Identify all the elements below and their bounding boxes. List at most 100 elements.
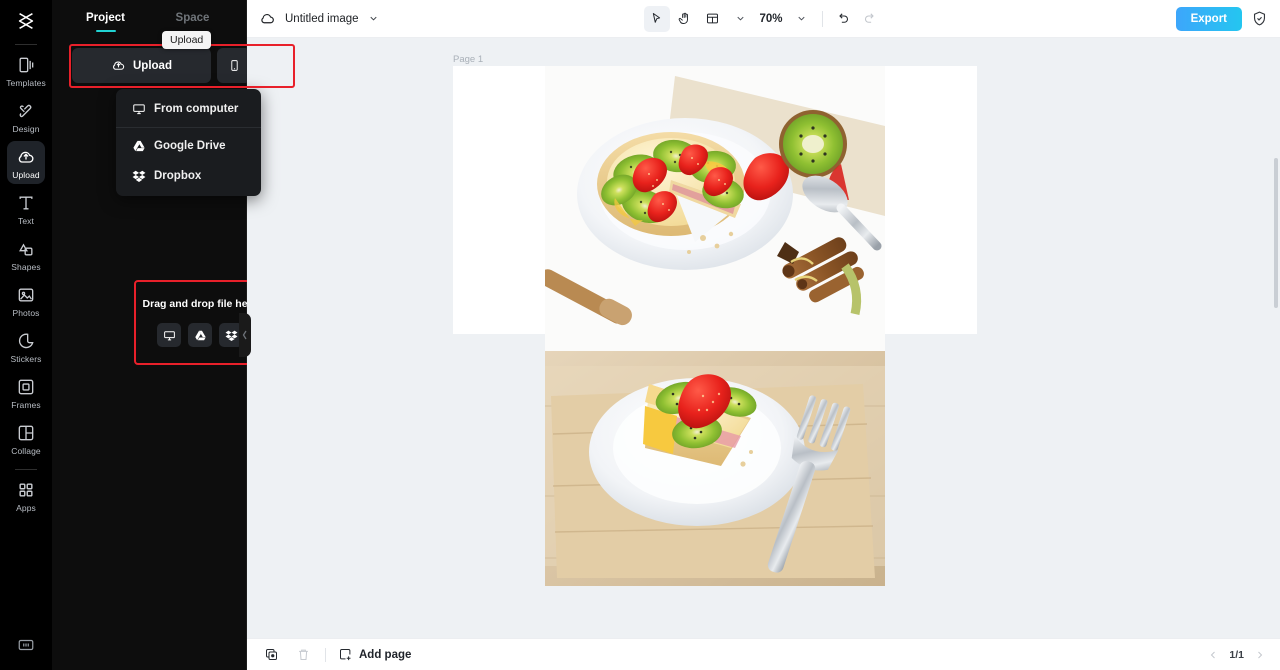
panel-collapse-handle[interactable] [239,313,251,357]
top-toolbar: Untitled image 70% Export [247,0,1280,38]
sidebar-item-label: Shapes [11,262,41,272]
layout-dropdown-button[interactable] [727,6,753,32]
rail-divider-top [15,44,37,45]
upload-button-label: Upload [133,59,172,72]
sidebar-item-photos[interactable]: Photos [7,279,45,322]
upload-from-mobile-button[interactable] [217,48,251,83]
trash-icon [298,649,308,660]
menu-item-label: From computer [154,103,239,115]
upload-cloud-icon [113,61,125,70]
tab-label: Space [175,11,210,24]
document-title: Untitled image [285,12,359,25]
upload-panel: Project Space Upload Upload From compute… [52,0,295,670]
upload-source-menu: From computer Google Drive Dropbox [116,89,261,196]
chevron-left-icon [1211,651,1216,658]
export-button[interactable]: Export [1175,6,1242,31]
google-drive-icon [194,330,206,340]
upload-tooltip: Upload [162,31,212,49]
tab-label: Project [86,11,125,24]
chevron-down-icon [798,16,805,21]
panel-toggle-icon[interactable] [0,636,52,654]
fruit-tart-photo[interactable] [545,66,885,586]
dropzone-from-computer-button[interactable] [157,323,181,347]
menu-item-from-computer[interactable]: From computer [116,94,261,124]
canvas-area[interactable]: Page 1 [247,38,1280,638]
layout-grid-icon [706,13,718,24]
redo-button[interactable] [858,6,884,32]
shield-check-icon[interactable] [1251,10,1268,27]
google-drive-icon [133,140,145,152]
add-page-button[interactable]: Add page [338,647,411,662]
bottom-bar: Add page 1/1 [247,638,1280,670]
add-page-icon [340,649,351,661]
page-navigation: 1/1 [1207,649,1266,661]
sidebar-item-text[interactable]: Text [7,187,45,230]
upload-button[interactable]: Upload [72,48,211,83]
sidebar-item-stickers[interactable]: Stickers [7,325,45,368]
document-title-group[interactable]: Untitled image [259,10,379,27]
sidebar-item-shapes[interactable]: Shapes [7,233,45,276]
menu-item-label: Dropbox [154,170,202,182]
sidebar-item-frames[interactable]: Frames [7,371,45,414]
cursor-select-icon [652,13,661,23]
duplicate-page-button[interactable] [261,645,281,665]
menu-item-dropbox[interactable]: Dropbox [116,161,261,191]
bottom-divider [325,647,326,662]
sidebar-item-label: Photos [12,308,40,318]
tool-hand-button[interactable] [671,6,697,32]
next-page-button[interactable] [1254,649,1266,661]
page-label: Page 1 [453,54,484,65]
chevron-down-icon[interactable] [368,13,379,24]
cloud-icon [261,14,274,24]
sidebar-item-design[interactable]: Design [7,95,45,138]
tab-project[interactable]: Project [62,3,149,32]
page-sheet[interactable] [453,66,977,586]
sidebar-item-upload[interactable]: Upload [7,141,45,184]
tool-select-button[interactable] [643,5,670,32]
panel-tab-bar: Project Space [52,0,246,34]
undo-icon [839,13,848,23]
menu-item-label: Google Drive [154,140,226,152]
zoom-dropdown-button[interactable] [789,6,815,32]
zoom-level-value: 70% [759,12,783,25]
sidebar-item-label: Design [12,124,40,134]
chevron-right-icon [1258,651,1263,658]
dropzone-google-drive-button[interactable] [188,323,212,347]
sidebar-item-collage[interactable]: Collage [7,417,45,460]
sidebar-item-label: Apps [16,503,36,513]
redo-icon [865,13,874,23]
sidebar-item-apps[interactable]: Apps [7,474,45,517]
chevron-left-icon [242,330,247,340]
add-page-label: Add page [359,648,412,661]
main-area: Untitled image 70% Export Page 1 Add pag… [247,0,1280,670]
prev-page-button[interactable] [1207,649,1219,661]
monitor-icon [163,330,175,340]
left-icon-rail: Templates Design Upload Text Shapes Phot… [0,0,52,670]
tab-active-indicator [95,29,116,32]
undo-button[interactable] [830,6,856,32]
tab-space[interactable]: Space [149,3,236,32]
sidebar-item-label: Text [18,216,34,226]
drag-drop-text: Drag and drop file here [142,298,258,310]
sidebar-item-templates[interactable]: Templates [6,49,46,92]
drag-drop-source-buttons [157,323,243,347]
toolbar-divider [821,10,823,27]
capcut-logo-icon[interactable] [0,4,52,38]
delete-page-button[interactable] [293,645,313,665]
menu-item-google-drive[interactable]: Google Drive [116,131,261,161]
app-root: Templates Design Upload Text Shapes Phot… [0,0,1280,670]
rail-divider-bottom [15,469,37,470]
sidebar-item-label: Collage [11,446,41,456]
canvas-tools: 70% [643,5,884,32]
canvas-vertical-scrollbar[interactable] [1274,158,1278,308]
tool-layout-button[interactable] [699,6,725,32]
sidebar-item-label: Templates [6,78,46,88]
toolbar-right-group: Export [1175,6,1268,31]
menu-divider [116,127,261,128]
upload-button-row: Upload [72,48,251,83]
sidebar-item-label: Frames [11,400,41,410]
monitor-icon [133,104,145,115]
sidebar-item-label: Stickers [10,354,42,364]
sidebar-item-label: Upload [12,170,40,180]
hand-pan-icon [678,12,688,24]
